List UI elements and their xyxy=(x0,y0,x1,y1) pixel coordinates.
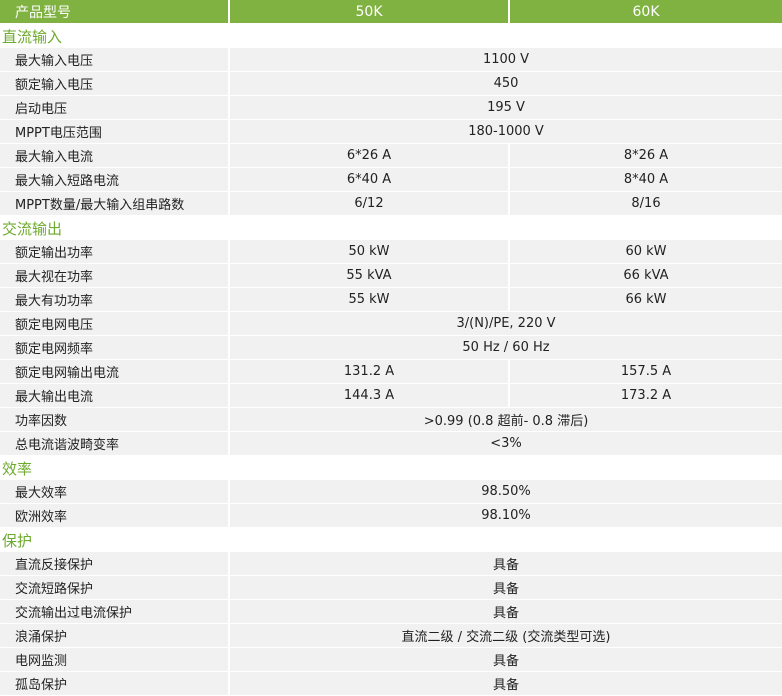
row-value-shared: 具备 xyxy=(230,552,782,575)
table-row: 最大输入电流 6*26 A 8*26 A xyxy=(0,144,782,168)
row-label: 孤岛保护 xyxy=(0,672,228,695)
table-row: 总电流谐波畸变率 <3% xyxy=(0,432,782,456)
row-value-shared: 50 Hz / 60 Hz xyxy=(230,336,782,359)
row-value-shared: 具备 xyxy=(230,648,782,671)
row-label: 交流输出过电流保护 xyxy=(0,600,228,623)
header-col-50k: 50K xyxy=(230,0,508,23)
header-col-60k: 60K xyxy=(510,0,782,23)
row-value-50k: 144.3 A xyxy=(230,384,508,407)
section-heading: 直流输入 xyxy=(0,24,782,48)
section-heading: 交流输出 xyxy=(0,216,782,240)
row-value-shared: 450 xyxy=(230,72,782,95)
table-row: 额定电网输出电流 131.2 A 157.5 A xyxy=(0,360,782,384)
row-label: 交流短路保护 xyxy=(0,576,228,599)
row-value-50k: 55 kW xyxy=(230,288,508,311)
table-body: 直流输入最大输入电压 1100 V 额定输入电压 450 启动电压 195 V MPPT电压… xyxy=(0,24,782,696)
row-label: 最大有功功率 xyxy=(0,288,228,311)
row-value-shared: 3/(N)/PE, 220 V xyxy=(230,312,782,335)
row-value-shared: 195 V xyxy=(230,96,782,119)
row-value-50k: 6*26 A xyxy=(230,144,508,167)
table-row: MPPT电压范围 180-1000 V xyxy=(0,120,782,144)
row-value-50k: 6/12 xyxy=(230,192,508,215)
row-value-50k: 131.2 A xyxy=(230,360,508,383)
row-value-60k: 8*40 A xyxy=(510,168,782,191)
row-label: 启动电压 xyxy=(0,96,228,119)
row-label: 额定电网频率 xyxy=(0,336,228,359)
table-row: 交流短路保护 具备 xyxy=(0,576,782,600)
row-value-50k: 55 kVA xyxy=(230,264,508,287)
section-heading: 效率 xyxy=(0,456,782,480)
row-label: 最大输入电压 xyxy=(0,48,228,71)
table-row: 功率因数 >0.99 (0.8 超前- 0.8 滞后) xyxy=(0,408,782,432)
row-value-shared: 180-1000 V xyxy=(230,120,782,143)
row-value-shared: >0.99 (0.8 超前- 0.8 滞后) xyxy=(230,408,782,431)
row-label: 额定电网输出电流 xyxy=(0,360,228,383)
row-value-50k: 50 kW xyxy=(230,240,508,263)
table-row: 欧洲效率 98.10% xyxy=(0,504,782,528)
table-row: 额定输出功率 50 kW 60 kW xyxy=(0,240,782,264)
row-label: 额定输出功率 xyxy=(0,240,228,263)
section-title: 效率 xyxy=(2,459,33,478)
row-label: MPPT数量/最大输入组串路数 xyxy=(0,192,228,215)
row-value-shared: 1100 V xyxy=(230,48,782,71)
row-value-60k: 8/16 xyxy=(510,192,782,215)
row-value-50k: 6*40 A xyxy=(230,168,508,191)
table-row: 最大输出电流 144.3 A 173.2 A xyxy=(0,384,782,408)
row-value-60k: 66 kW xyxy=(510,288,782,311)
table-row: 额定输入电压 450 xyxy=(0,72,782,96)
table-row: 电网监测 具备 xyxy=(0,648,782,672)
row-label: 浪涌保护 xyxy=(0,624,228,647)
row-label: 额定电网电压 xyxy=(0,312,228,335)
row-value-shared: 具备 xyxy=(230,672,782,695)
row-label: 最大视在功率 xyxy=(0,264,228,287)
row-value-shared: 直流二级 / 交流二级 (交流类型可选) xyxy=(230,624,782,647)
row-value-shared: 98.50% xyxy=(230,480,782,503)
row-label: MPPT电压范围 xyxy=(0,120,228,143)
table-row: 最大效率 98.50% xyxy=(0,480,782,504)
section-title: 直流输入 xyxy=(2,27,63,46)
row-value-shared: 具备 xyxy=(230,576,782,599)
header-model-label: 产品型号 xyxy=(0,0,228,23)
section-heading: 保护 xyxy=(0,528,782,552)
table-row: 额定电网频率 50 Hz / 60 Hz xyxy=(0,336,782,360)
table-row: 额定电网电压 3/(N)/PE, 220 V xyxy=(0,312,782,336)
row-label: 最大输入短路电流 xyxy=(0,168,228,191)
row-label: 最大输出电流 xyxy=(0,384,228,407)
row-value-60k: 60 kW xyxy=(510,240,782,263)
table-row: MPPT数量/最大输入组串路数 6/12 8/16 xyxy=(0,192,782,216)
row-value-shared: 98.10% xyxy=(230,504,782,527)
row-value-shared: <3% xyxy=(230,432,782,455)
row-value-60k: 66 kVA xyxy=(510,264,782,287)
table-row: 交流输出过电流保护 具备 xyxy=(0,600,782,624)
table-row: 孤岛保护 具备 xyxy=(0,672,782,696)
section-title: 保护 xyxy=(2,531,33,550)
table-row: 浪涌保护 直流二级 / 交流二级 (交流类型可选) xyxy=(0,624,782,648)
row-label: 直流反接保护 xyxy=(0,552,228,575)
row-value-60k: 8*26 A xyxy=(510,144,782,167)
row-label: 最大效率 xyxy=(0,480,228,503)
row-label: 电网监测 xyxy=(0,648,228,671)
row-value-60k: 173.2 A xyxy=(510,384,782,407)
row-label: 欧洲效率 xyxy=(0,504,228,527)
table-row: 最大视在功率 55 kVA 66 kVA xyxy=(0,264,782,288)
row-label: 最大输入电流 xyxy=(0,144,228,167)
table-row: 最大输入短路电流 6*40 A 8*40 A xyxy=(0,168,782,192)
section-title: 交流输出 xyxy=(2,219,63,238)
spec-table: 产品型号 50K 60K 直流输入最大输入电压 1100 V 额定输入电压 450 启动… xyxy=(0,0,782,696)
table-row: 最大有功功率 55 kW 66 kW xyxy=(0,288,782,312)
table-row: 最大输入电压 1100 V xyxy=(0,48,782,72)
row-label: 额定输入电压 xyxy=(0,72,228,95)
row-value-shared: 具备 xyxy=(230,600,782,623)
row-label: 总电流谐波畸变率 xyxy=(0,432,228,455)
table-header-row: 产品型号 50K 60K xyxy=(0,0,782,24)
row-label: 功率因数 xyxy=(0,408,228,431)
table-row: 直流反接保护 具备 xyxy=(0,552,782,576)
row-value-60k: 157.5 A xyxy=(510,360,782,383)
table-row: 启动电压 195 V xyxy=(0,96,782,120)
